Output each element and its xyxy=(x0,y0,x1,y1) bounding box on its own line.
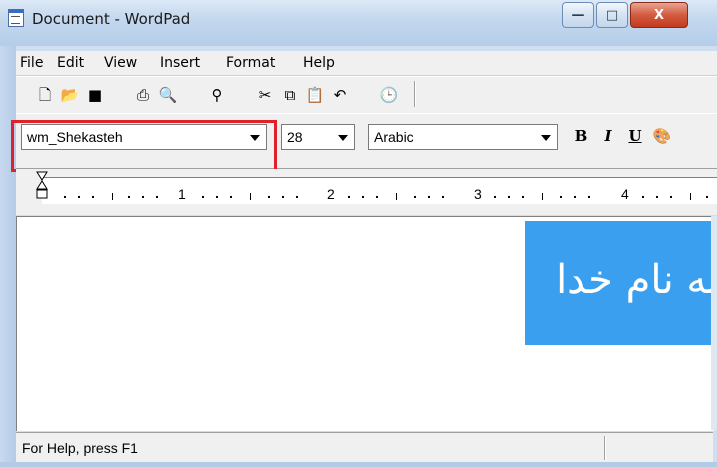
status-bar: For Help, press F1 xyxy=(16,432,713,463)
underline-button[interactable]: U xyxy=(626,127,644,145)
menu-view[interactable]: View xyxy=(104,55,137,71)
menu-format[interactable]: Format xyxy=(226,55,275,71)
maximize-button[interactable]: □ xyxy=(596,2,628,28)
ruler-track: 1 2 3 4 xyxy=(42,177,717,204)
image-calligraphy-text: به نام خدا xyxy=(556,257,717,303)
italic-button[interactable]: I xyxy=(599,127,617,145)
menu-file[interactable]: File xyxy=(20,55,43,71)
ruler-number: 1 xyxy=(178,186,186,202)
chevron-down-icon[interactable] xyxy=(541,135,551,141)
ruler-number: 2 xyxy=(327,186,335,202)
wordpad-window: Document - WordPad — □ X File Edit View … xyxy=(0,0,717,467)
standard-toolbar: 🗋 📂 ■ ⎙ 🔍 ⚲ ✂ ⧉ 📋 ↶ 🕒 xyxy=(16,76,717,114)
undo-icon[interactable]: ↶ xyxy=(331,86,349,104)
ruler-number: 3 xyxy=(474,186,482,202)
font-name-value: wm_Shekasteh xyxy=(27,129,123,145)
print-icon[interactable]: ⎙ xyxy=(134,86,152,104)
window-title: Document - WordPad xyxy=(32,10,191,28)
date-time-icon[interactable]: 🕒 xyxy=(380,86,399,104)
bold-button[interactable]: B xyxy=(572,127,590,145)
minimize-icon: — xyxy=(571,7,585,23)
script-combo[interactable]: Arabic xyxy=(368,124,558,150)
close-button[interactable]: X xyxy=(630,2,688,28)
paste-icon[interactable]: 📋 xyxy=(306,86,325,104)
status-text: For Help, press F1 xyxy=(22,440,138,456)
save-icon[interactable]: ■ xyxy=(86,86,104,104)
menu-insert[interactable]: Insert xyxy=(160,55,200,71)
find-icon[interactable]: ⚲ xyxy=(208,86,226,104)
palette-icon[interactable]: 🎨 xyxy=(653,127,672,145)
menu-edit[interactable]: Edit xyxy=(57,55,84,71)
window-bottom-frame xyxy=(0,462,717,467)
copy-icon[interactable]: ⧉ xyxy=(281,86,299,104)
ruler-number: 4 xyxy=(621,186,629,202)
embedded-image[interactable]: به نام خدا xyxy=(525,221,717,345)
ruler: 1 2 3 4 xyxy=(16,169,717,215)
status-separator xyxy=(604,436,605,460)
font-name-combo[interactable]: wm_Shekasteh xyxy=(21,124,267,150)
toolbar-separator xyxy=(414,81,415,107)
document-right-edge xyxy=(711,216,717,430)
print-preview-icon[interactable]: 🔍 xyxy=(159,86,178,104)
menu-bar: File Edit View Insert Format Help xyxy=(16,51,717,76)
wordpad-app-icon[interactable] xyxy=(8,9,24,27)
open-icon[interactable]: 📂 xyxy=(61,86,80,104)
minimize-button[interactable]: — xyxy=(562,2,594,28)
new-icon[interactable]: 🗋 xyxy=(36,86,54,104)
cut-icon[interactable]: ✂ xyxy=(256,86,274,104)
script-value: Arabic xyxy=(374,129,414,145)
document-area[interactable]: به نام خدا xyxy=(16,216,717,431)
font-size-combo[interactable]: 28 xyxy=(281,124,355,150)
maximize-icon: □ xyxy=(605,7,619,23)
chevron-down-icon[interactable] xyxy=(338,135,348,141)
chevron-down-icon[interactable] xyxy=(250,135,260,141)
menu-help[interactable]: Help xyxy=(303,55,335,71)
format-toolbar: wm_Shekasteh 28 Arabic B I U 🎨 xyxy=(16,113,717,169)
indent-marker-icon[interactable] xyxy=(36,171,48,211)
font-size-value: 28 xyxy=(287,129,303,145)
title-bar[interactable]: Document - WordPad — □ X xyxy=(0,0,717,46)
window-left-frame xyxy=(0,46,16,467)
close-icon: X xyxy=(653,7,665,23)
